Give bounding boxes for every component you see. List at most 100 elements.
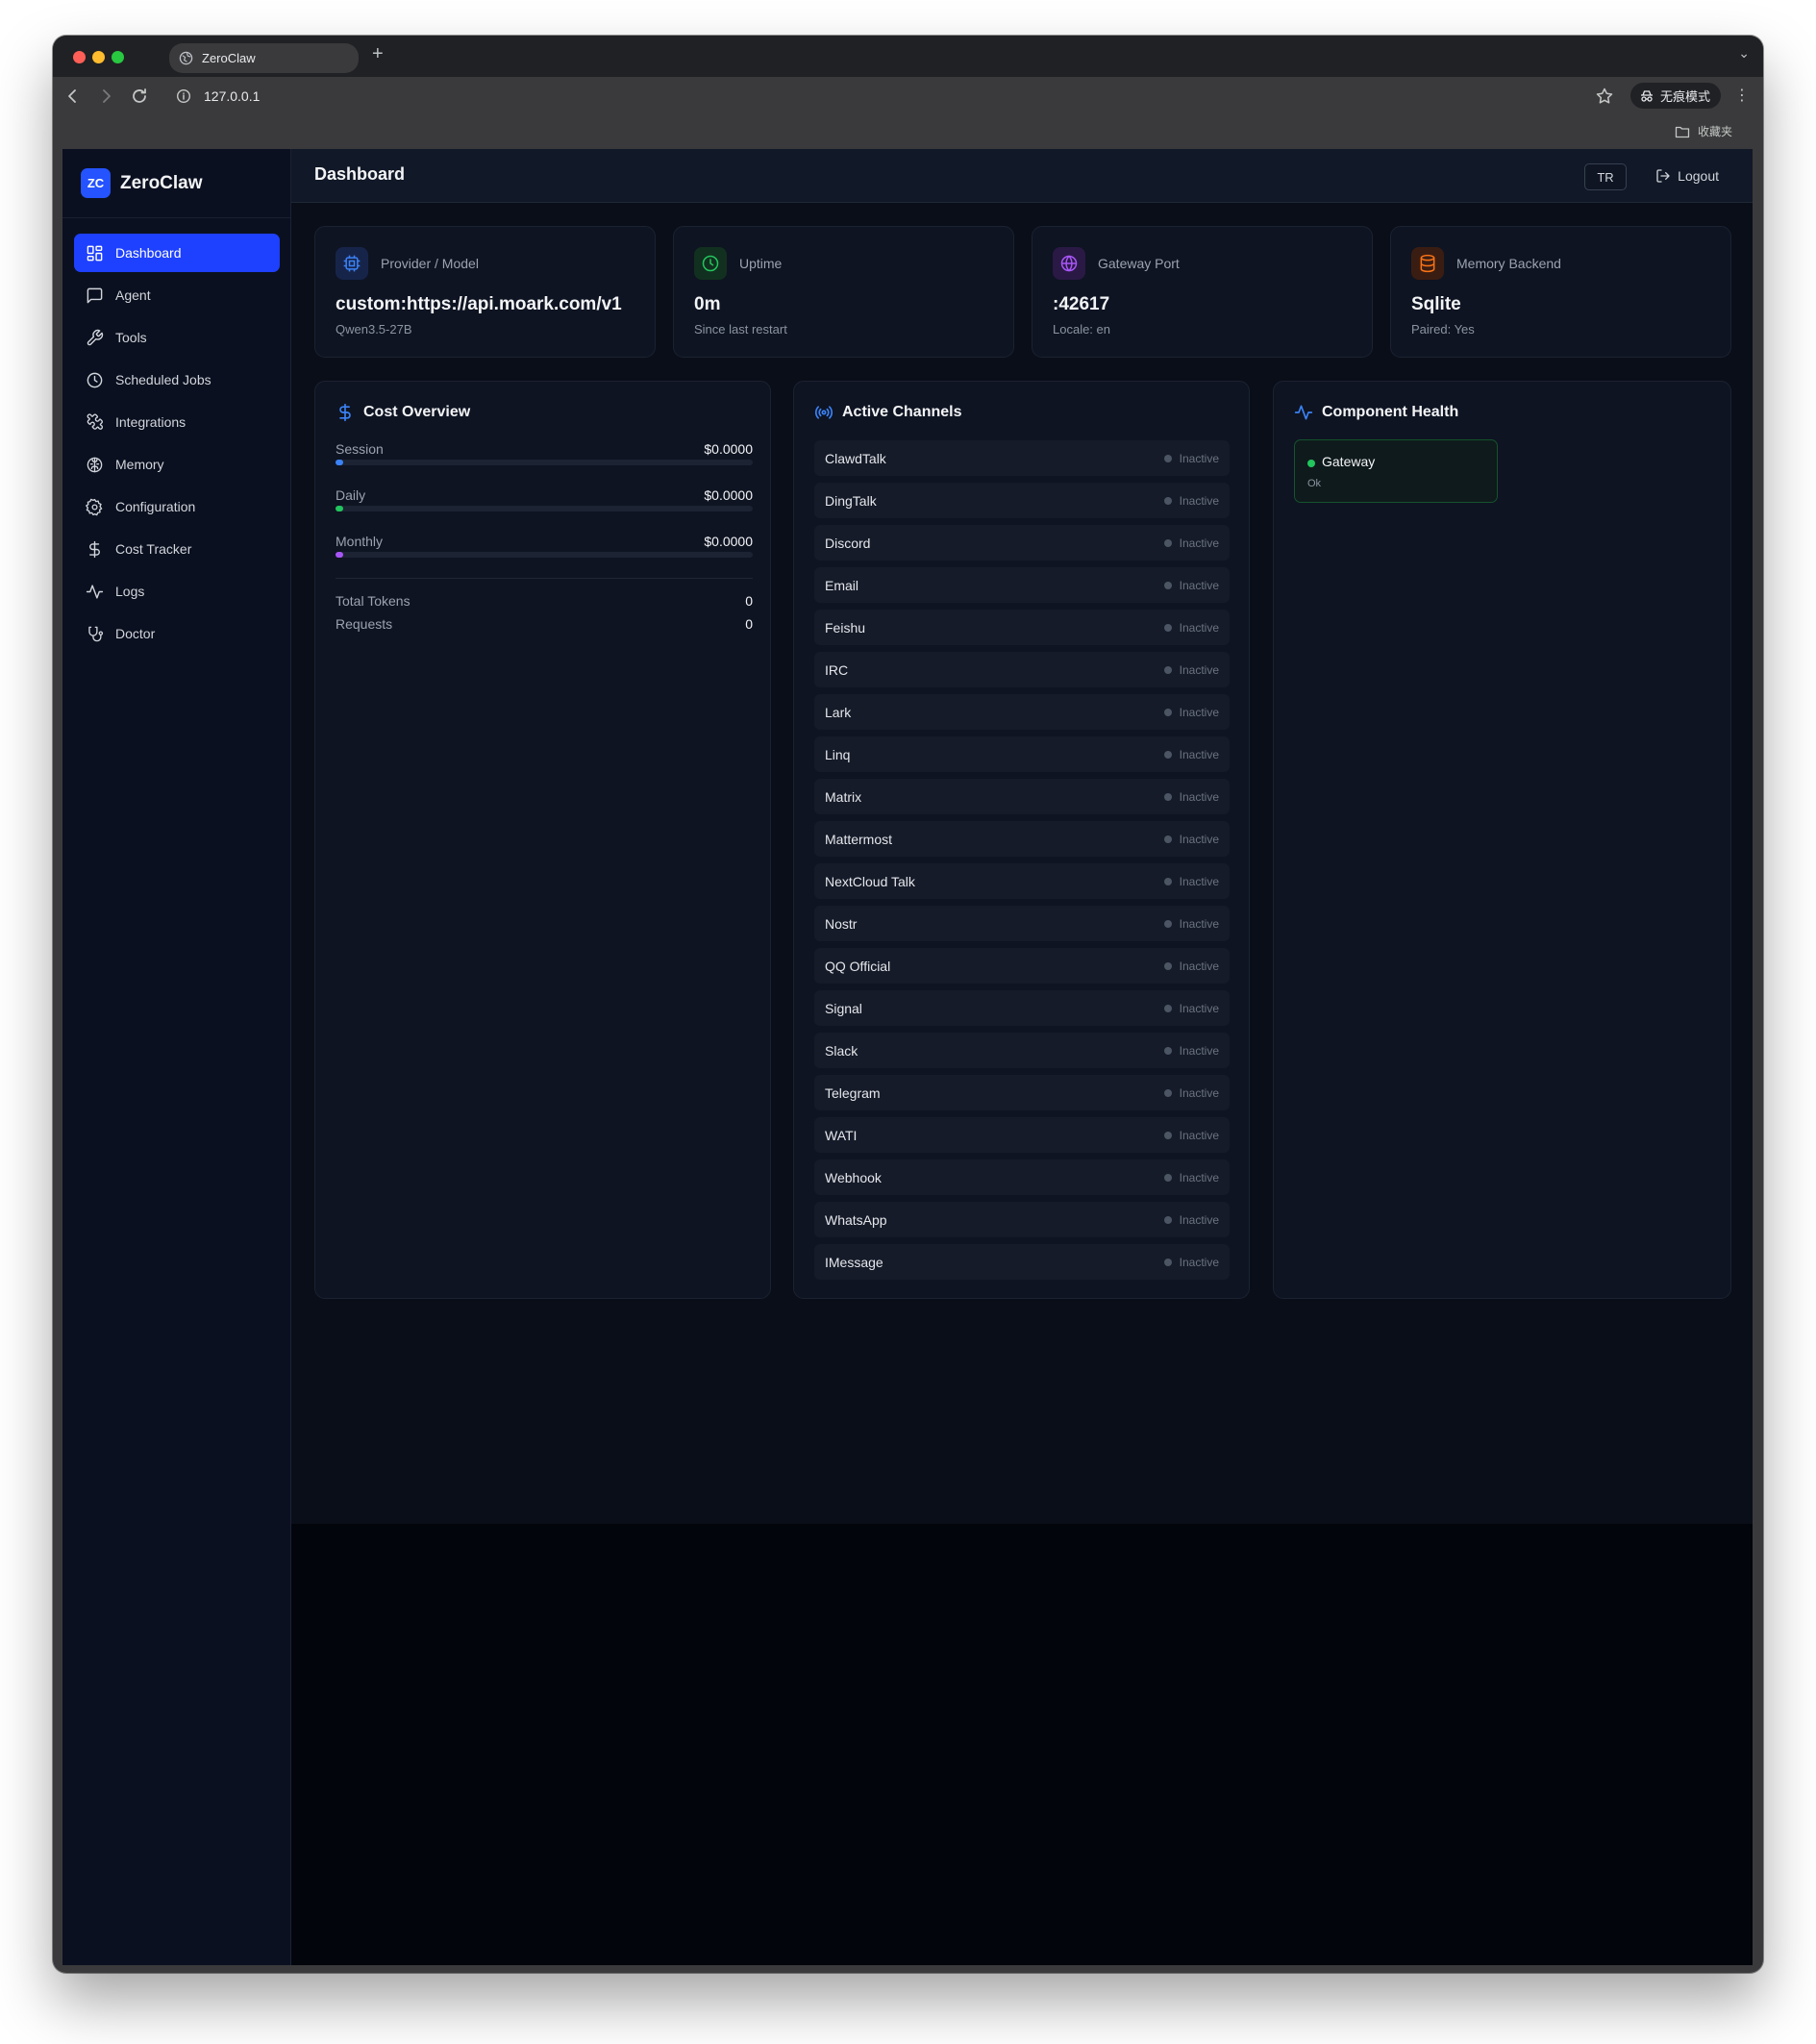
address-bar[interactable]: 127.0.0.1 (204, 88, 260, 104)
cost-label: Daily (336, 487, 366, 503)
channel-row[interactable]: Feishu Inactive (814, 610, 1230, 645)
channel-name: Telegram (825, 1084, 881, 1101)
sidebar-item-agent[interactable]: Agent (74, 276, 280, 314)
channel-row[interactable]: Signal Inactive (814, 990, 1230, 1026)
layout-dashboard-icon (87, 245, 103, 261)
channel-name: Slack (825, 1042, 858, 1059)
channel-status-label: Inactive (1179, 578, 1219, 592)
channel-status: Inactive (1163, 960, 1219, 973)
channel-status: Inactive (1163, 620, 1219, 635)
channel-status-label: Inactive (1179, 451, 1219, 465)
channel-row[interactable]: Slack Inactive (814, 1033, 1230, 1068)
total-tokens-value: 0 (745, 593, 753, 609)
channel-row[interactable]: NextCloud Talk Inactive (814, 863, 1230, 899)
channel-name: Matrix (825, 788, 862, 805)
bookmark-star-icon[interactable] (1594, 86, 1615, 107)
status-dot (1163, 1088, 1172, 1097)
channel-row[interactable]: WATI Inactive (814, 1117, 1230, 1153)
panel-header: Component Health (1294, 403, 1458, 422)
sidebar-item-configuration[interactable]: Configuration (74, 487, 280, 526)
stat-value: custom:https://api.moark.com/v1 (336, 294, 622, 314)
channel-status-label: Inactive (1179, 662, 1219, 677)
minimize-window-button[interactable] (92, 51, 105, 63)
clock-icon (702, 255, 719, 272)
channel-status: Inactive (1163, 790, 1219, 804)
status-dot (1163, 708, 1172, 716)
reload-icon[interactable] (129, 86, 150, 107)
channel-row[interactable]: Mattermost Inactive (814, 821, 1230, 857)
logout-button[interactable]: Logout (1655, 168, 1719, 184)
channel-row[interactable]: QQ Official Inactive (814, 948, 1230, 984)
status-dot (1163, 1258, 1172, 1266)
brand-logo: ZC (81, 168, 111, 198)
sidebar-item-memory[interactable]: Memory (74, 445, 280, 484)
database-icon (1420, 254, 1435, 273)
tab-search-button[interactable]: ⌄ (1738, 45, 1750, 62)
channel-row[interactable]: Lark Inactive (814, 694, 1230, 730)
back-icon[interactable] (62, 86, 84, 107)
forward-icon[interactable] (95, 86, 116, 107)
dollar-icon (89, 540, 100, 558)
sidebar-item-doctor[interactable]: Doctor (74, 614, 280, 653)
brand[interactable]: ZC ZeroClaw (81, 168, 203, 198)
health-card-gateway[interactable]: Gateway Ok (1294, 439, 1498, 503)
panel-title: Active Channels (842, 404, 962, 420)
cpu-icon (343, 255, 361, 272)
stethoscope-icon (88, 626, 104, 641)
channel-name: Signal (825, 1000, 862, 1016)
channel-status: Inactive (1163, 1044, 1219, 1058)
sidebar-item-tools[interactable]: Tools (74, 318, 280, 357)
channel-status-label: Inactive (1179, 1001, 1219, 1015)
channel-row[interactable]: Linq Inactive (814, 736, 1230, 772)
status-dot (1163, 1004, 1172, 1012)
channel-row[interactable]: Nostr Inactive (814, 906, 1230, 941)
close-window-button[interactable] (73, 51, 86, 63)
sidebar-item-label: Doctor (115, 626, 156, 641)
cost-bar-fill (336, 460, 343, 465)
channel-row[interactable]: Webhook Inactive (814, 1159, 1230, 1195)
tab-title: ZeroClaw (202, 51, 256, 65)
language-toggle-button[interactable]: TR (1584, 163, 1627, 190)
info-icon[interactable] (176, 88, 191, 104)
bookmarks-folder[interactable]: 收藏夹 (1675, 123, 1732, 139)
browser-tab[interactable]: ZeroClaw (169, 43, 359, 73)
channel-row[interactable]: IRC Inactive (814, 652, 1230, 687)
channel-name: Nostr (825, 915, 858, 932)
stat-label: Provider / Model (381, 256, 479, 271)
panel-title: Cost Overview (363, 404, 471, 420)
channel-row[interactable]: ClawdTalk Inactive (814, 440, 1230, 476)
channel-status: Inactive (1163, 875, 1219, 888)
channel-status-label: Inactive (1179, 620, 1219, 635)
stat-sub: Paired: Yes (1411, 322, 1475, 337)
sidebar-item-dashboard[interactable]: Dashboard (74, 234, 280, 272)
stat-icon-bg (694, 247, 727, 280)
sidebar-item-integrations[interactable]: Integrations (74, 403, 280, 441)
cost-bar-track (336, 552, 753, 558)
channel-row[interactable]: Matrix Inactive (814, 779, 1230, 814)
cost-value: $0.0000 (704, 487, 753, 503)
sidebar-item-cost-tracker[interactable]: Cost Tracker (74, 530, 280, 568)
status-dot (1163, 1131, 1172, 1139)
channel-row[interactable]: Discord Inactive (814, 525, 1230, 561)
sidebar-divider (62, 217, 290, 218)
maximize-window-button[interactable] (112, 51, 124, 63)
browser-window: ZeroClaw + ⌄ 127.0.0.1 无痕模式 ⋮ 收藏夹 ZC Zer… (53, 36, 1763, 1973)
browser-menu-button[interactable]: ⋮ (1734, 86, 1750, 105)
sidebar-item-logs[interactable]: Logs (74, 572, 280, 611)
new-tab-button[interactable]: + (372, 43, 384, 65)
sidebar-item-scheduled-jobs[interactable]: Scheduled Jobs (74, 361, 280, 399)
stat-label: Memory Backend (1456, 256, 1561, 271)
requests-label: Requests (336, 616, 393, 632)
incognito-badge[interactable]: 无痕模式 (1630, 83, 1721, 109)
channel-status-label: Inactive (1179, 536, 1219, 550)
channel-row[interactable]: Email Inactive (814, 567, 1230, 603)
channel-status: Inactive (1163, 536, 1219, 550)
channel-row[interactable]: Telegram Inactive (814, 1075, 1230, 1110)
channel-row[interactable]: IMessage Inactive (814, 1244, 1230, 1280)
incognito-label: 无痕模式 (1660, 89, 1711, 104)
channel-status-label: Inactive (1179, 1170, 1219, 1184)
folder-icon (1675, 126, 1690, 137)
channel-row[interactable]: WhatsApp Inactive (814, 1202, 1230, 1237)
channel-row[interactable]: DingTalk Inactive (814, 483, 1230, 518)
channel-name: Feishu (825, 619, 866, 636)
